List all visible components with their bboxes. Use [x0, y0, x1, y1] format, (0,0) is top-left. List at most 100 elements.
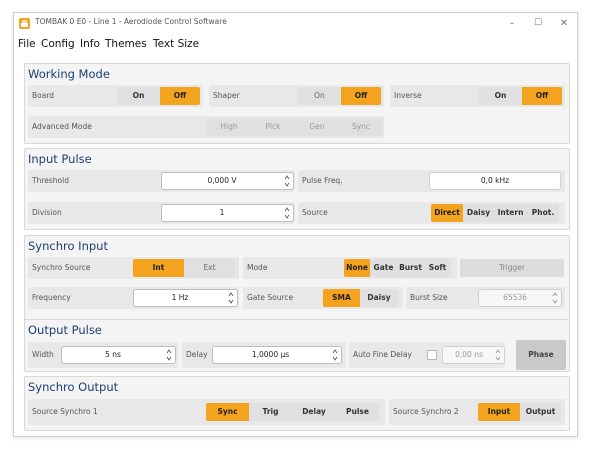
source-synchro-2-row: Source Synchro 2 Input Output — [389, 399, 565, 425]
pulse-freq-label: Pulse Freq. — [302, 176, 343, 185]
spinner-arrows-icon[interactable] — [228, 291, 234, 305]
trigger-button[interactable]: Trigger — [460, 259, 564, 277]
pulse-freq-row: Pulse Freq. 0,0 kHz — [298, 170, 565, 192]
advanced-mode-label: Advanced Mode — [32, 122, 92, 131]
division-input[interactable]: 1 — [161, 204, 294, 222]
burst-size-row: Burst Size 65536 — [406, 287, 565, 309]
board-label: Board — [32, 91, 55, 100]
pulse-freq-value: 0,0 kHz — [480, 176, 510, 185]
synchro-int-button[interactable]: Int — [133, 259, 184, 277]
source-synchro-1-row: Source Synchro 1 Sync Trig Delay Pulse — [28, 399, 385, 425]
source-row: Source Direct Daisy Intern Phot. — [298, 202, 565, 224]
synchro-source-row: Synchro Source Int Ext — [28, 257, 239, 279]
synchro-input-title: Synchro Input — [28, 239, 108, 253]
source-phot-button[interactable]: Phot. — [527, 204, 559, 222]
source-synchro-1-selector: Sync Trig Delay Pulse — [206, 403, 379, 421]
menu-info[interactable]: Info — [80, 38, 100, 50]
input-pulse-group: Input Pulse Threshold 0,000 V Pulse Freq… — [24, 148, 570, 230]
auto-fine-delay-checkbox[interactable] — [427, 350, 437, 360]
frequency-label: Frequency — [32, 293, 71, 302]
source-daisy-button[interactable]: Daisy — [463, 204, 494, 222]
gate-source-row: Gate Source SMA Daisy — [243, 287, 403, 309]
gate-daisy-button[interactable]: Daisy — [360, 289, 398, 307]
shaper-row: Shaper On Off — [209, 85, 384, 107]
advanced-pick-button[interactable]: Pick — [251, 118, 295, 136]
fine-delay-input[interactable]: 0,00 ns — [442, 346, 505, 364]
board-on-button[interactable]: On — [117, 87, 160, 105]
sync1-pulse-button[interactable]: Pulse — [336, 403, 379, 421]
source-synchro-2-label: Source Synchro 2 — [393, 407, 459, 416]
pulse-freq-display: 0,0 kHz — [429, 172, 561, 190]
width-label: Width — [32, 350, 54, 359]
spinner-arrows-icon[interactable] — [495, 348, 501, 362]
mode-row: Mode None Gate Burst Soft — [243, 257, 457, 279]
delay-input[interactable]: 1,0000 µs — [212, 346, 342, 364]
synchro-source-toggle: Int Ext — [133, 259, 235, 277]
threshold-value: 0,000 V — [207, 176, 237, 185]
mode-soft-button[interactable]: Soft — [424, 259, 451, 277]
synchro-source-label: Synchro Source — [32, 263, 91, 272]
threshold-input[interactable]: 0,000 V — [161, 172, 294, 190]
source-direct-button[interactable]: Direct — [431, 204, 463, 222]
threshold-row: Threshold 0,000 V — [28, 170, 295, 192]
advanced-high-button[interactable]: High — [207, 118, 251, 136]
mode-burst-button[interactable]: Burst — [397, 259, 424, 277]
advanced-mode-selector: High Pick Gen Sync — [207, 118, 383, 136]
synchro-input-group: Synchro Input Synchro Source Int Ext Mod… — [24, 235, 570, 325]
division-label: Division — [32, 208, 62, 217]
spinner-arrows-icon[interactable] — [332, 348, 338, 362]
gate-source-label: Gate Source — [247, 293, 294, 302]
source-selector: Direct Daisy Intern Phot. — [431, 204, 559, 222]
delay-row: Delay 1,0000 µs — [182, 342, 346, 368]
inverse-on-button[interactable]: On — [479, 87, 522, 105]
menu-file[interactable]: File — [18, 38, 36, 50]
width-value: 5 ns — [105, 350, 121, 359]
sync1-trig-button[interactable]: Trig — [249, 403, 292, 421]
gate-source-toggle: SMA Daisy — [323, 289, 398, 307]
synchro-ext-button[interactable]: Ext — [184, 259, 235, 277]
sync2-input-button[interactable]: Input — [478, 403, 520, 421]
sync1-delay-button[interactable]: Delay — [292, 403, 336, 421]
working-mode-group: Working Mode Board On Off Shaper On Off … — [24, 63, 570, 144]
board-off-button[interactable]: Off — [160, 87, 200, 105]
source-intern-button[interactable]: Intern — [494, 204, 527, 222]
spinner-arrows-icon[interactable] — [284, 174, 290, 188]
advanced-gen-button[interactable]: Gen — [295, 118, 339, 136]
menu-themes[interactable]: Themes — [105, 38, 147, 50]
mode-gate-button[interactable]: Gate — [370, 259, 397, 277]
shaper-off-button[interactable]: Off — [341, 87, 381, 105]
division-row: Division 1 — [28, 202, 295, 224]
shaper-on-button[interactable]: On — [298, 87, 341, 105]
spinner-arrows-icon[interactable] — [552, 291, 558, 305]
frequency-value: 1 Hz — [171, 293, 189, 302]
sync2-output-button[interactable]: Output — [520, 403, 561, 421]
spinner-arrows-icon[interactable] — [284, 206, 290, 220]
advanced-sync-button[interactable]: Sync — [339, 118, 383, 136]
menu-config[interactable]: Config — [41, 38, 75, 50]
source-synchro-1-label: Source Synchro 1 — [32, 407, 98, 416]
sync1-sync-button[interactable]: Sync — [206, 403, 249, 421]
burst-size-input[interactable]: 65536 — [478, 289, 562, 307]
mode-label: Mode — [247, 263, 268, 272]
width-input[interactable]: 5 ns — [61, 346, 176, 364]
app-window: TOMBAK 0 E0 - Line 1 - Aerodiode Control… — [13, 12, 578, 437]
shaper-toggle: On Off — [298, 87, 381, 105]
mode-none-button[interactable]: None — [344, 259, 370, 277]
source-label: Source — [302, 208, 328, 217]
inverse-off-button[interactable]: Off — [522, 87, 562, 105]
menu-text-size[interactable]: Text Size — [153, 38, 199, 50]
burst-size-value: 65536 — [503, 293, 527, 302]
close-button[interactable]: ✕ — [552, 15, 576, 32]
board-toggle: On Off — [117, 87, 200, 105]
maximize-button[interactable]: ☐ — [526, 15, 550, 32]
threshold-label: Threshold — [32, 176, 69, 185]
title-bar: TOMBAK 0 E0 - Line 1 - Aerodiode Control… — [14, 13, 577, 34]
mode-selector: None Gate Burst Soft — [344, 259, 451, 277]
spinner-arrows-icon[interactable] — [166, 348, 172, 362]
synchro-output-group: Synchro Output Source Synchro 1 Sync Tri… — [24, 376, 570, 431]
minimize-button[interactable]: – — [500, 15, 524, 32]
phase-button[interactable]: Phase — [516, 340, 566, 370]
frequency-input[interactable]: 1 Hz — [133, 289, 238, 307]
burst-size-label: Burst Size — [410, 293, 448, 302]
gate-sma-button[interactable]: SMA — [323, 289, 360, 307]
